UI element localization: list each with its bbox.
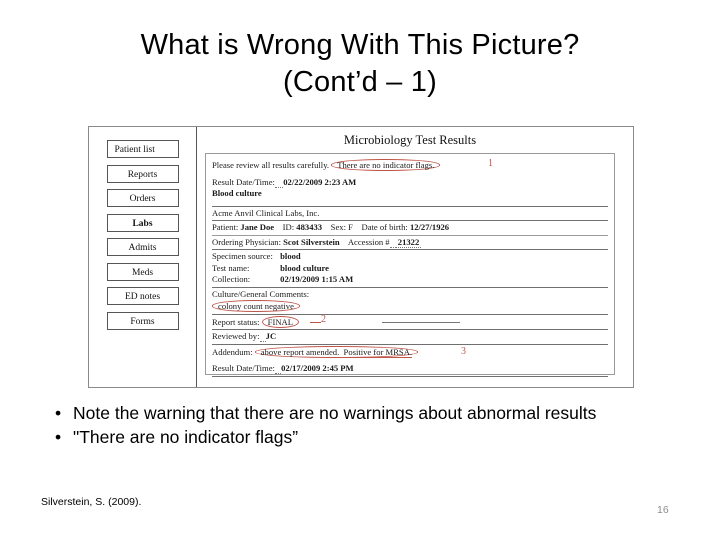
report-heading: Microbiology Test Results: [343, 133, 477, 147]
sidebar-item-orders[interactable]: Orders: [106, 189, 179, 207]
reviewed-by-row: Reviewed by: JC: [212, 331, 608, 343]
result-datetime-row: Result Date/Time: 02/22/2009 2:23 AM: [212, 176, 608, 189]
annotation-number-2: 2: [321, 313, 326, 325]
sex-label: Sex:: [330, 222, 346, 232]
sidebar-item-admits[interactable]: Admits: [106, 238, 179, 256]
review-notice-text: Please review all results carefully.: [212, 160, 330, 170]
page-title-line-1: What is Wrong With This Picture?: [140, 29, 580, 61]
bullet-text: "There are no indicator flags”: [73, 427, 299, 448]
patient-row: Patient: Jane Doe ID: 483433 Sex: F Date…: [212, 222, 608, 234]
ordering-physician-label: Ordering Physician:: [212, 236, 281, 247]
patient-id-value: 483433: [296, 222, 323, 232]
result-datetime-row-2: Result Date/Time: 02/17/2009 2:45 PM: [212, 363, 608, 375]
lab-name: Acme Anvil Clinical Labs, Inc.: [212, 207, 320, 218]
sex-value: F: [348, 222, 353, 232]
report-status-row: Report status: FINAL 2: [212, 313, 608, 329]
sidebar-item-reports[interactable]: Reports: [106, 164, 179, 183]
addendum-text-mrsa: Positive for MRSA.: [343, 346, 413, 358]
collection-row: Collection: 02/19/2009 1:15 AM: [212, 274, 608, 286]
status-field-rule: [382, 321, 460, 323]
report-status-label: Report status:: [212, 316, 260, 327]
specimen-source-label: Specimen source:: [212, 251, 273, 261]
page-title-line-2: (Cont’d – 1): [283, 66, 437, 99]
reviewed-by-label: Reviewed by:: [212, 331, 260, 341]
review-notice-row: Please review all results carefully. The…: [212, 158, 608, 172]
annotation-number-1: 1: [488, 158, 493, 169]
bullet-list: • Note the warning that there are no war…: [55, 402, 635, 450]
annotation-leader-line-2: [310, 321, 321, 323]
report-body: Please review all results carefully. The…: [205, 153, 615, 377]
specimen-source-row: Specimen source: blood: [212, 251, 608, 263]
sidebar-item-patient-list[interactable]: Patient list: [106, 140, 179, 158]
list-item: • "There are no indicator flags”: [55, 426, 635, 448]
test-name-row: Test name: blood culture: [212, 263, 608, 275]
addendum-callout: above report amended. Positive for MRSA.: [254, 345, 419, 358]
patient-label: Patient:: [212, 222, 239, 232]
addendum-row: Addendum: above report amended. Positive…: [212, 345, 608, 359]
embedded-ehr-screenshot: Patient list Reports Orders Labs Admits …: [88, 126, 634, 388]
collection-label: Collection:: [212, 274, 251, 284]
list-item: • Note the warning that there are no war…: [55, 402, 635, 424]
bullet-marker: •: [55, 403, 62, 423]
colony-count-callout: colony count negative: [212, 300, 300, 312]
sidebar-item-ed-notes[interactable]: ED notes: [106, 287, 179, 305]
test-name-value: blood culture: [280, 262, 329, 273]
test-title: Blood culture: [212, 188, 262, 198]
ehr-report-pane: Microbiology Test Results Please review …: [197, 127, 633, 387]
bullet-marker: •: [55, 427, 62, 448]
ehr-sidebar: Patient list Reports Orders Labs Admits …: [89, 127, 197, 387]
addendum-text-primary: above report amended.: [260, 346, 340, 357]
dob-value: 12/27/1926: [409, 222, 450, 232]
specimen-source-value: blood: [280, 251, 301, 261]
citation: Silverstein, S. (2009).: [41, 496, 142, 508]
annotation-number-3: 3: [461, 345, 466, 357]
result-datetime-value-2: 02/17/2009 2:45 PM: [281, 363, 354, 373]
sidebar-item-forms[interactable]: Forms: [106, 311, 179, 330]
patient-id-label: ID:: [282, 222, 295, 232]
patient-name: Jane Doe: [240, 222, 275, 232]
no-indicator-flags-callout: There are no indicator flags.: [331, 159, 441, 171]
result-datetime-value: 02/22/2009 2:23 AM: [283, 176, 357, 187]
page-title: What is Wrong With This Picture? (Cont’d…: [0, 0, 720, 101]
test-name-label: Test name:: [212, 262, 250, 273]
reviewed-by-value: JC: [265, 331, 277, 341]
bullet-text: Note the warning that there are no warni…: [73, 403, 597, 423]
report-status-callout: FINAL: [261, 315, 299, 328]
slide-number: 16: [657, 504, 669, 516]
sidebar-item-labs[interactable]: Labs: [106, 213, 179, 232]
addendum-label: Addendum:: [212, 346, 253, 357]
accession-value: 21322: [395, 236, 422, 248]
comments-row: colony count negative: [212, 300, 608, 313]
comments-label: Culture/General Comments:: [212, 288, 310, 299]
dob-label: Date of birth:: [361, 222, 408, 232]
ordering-physician-value: Scot Silverstein: [283, 236, 340, 247]
collection-value: 02/19/2009 1:15 AM: [280, 274, 354, 284]
ordering-physician-row: Ordering Physician: Scot Silverstein Acc…: [212, 236, 608, 249]
sidebar-item-meds[interactable]: Meds: [106, 262, 179, 281]
accession-label: Accession #: [347, 236, 390, 247]
result-datetime-label: Result Date/Time:: [212, 176, 275, 187]
result-datetime-label-2: Result Date/Time:: [212, 363, 275, 373]
